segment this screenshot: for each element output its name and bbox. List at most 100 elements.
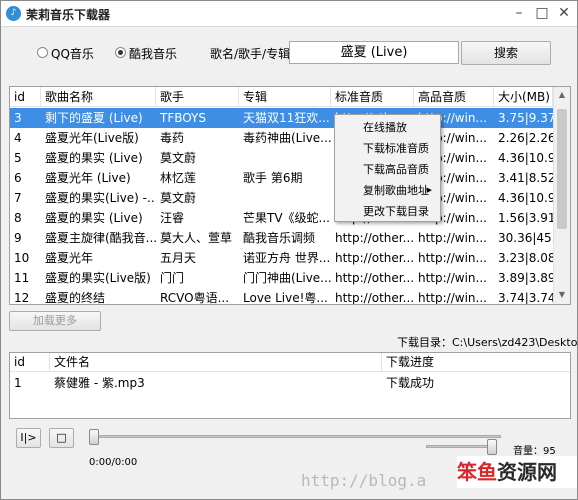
cell-album: 芒果TV《级蛇... <box>243 211 330 225</box>
cell-album: 天猫双11狂欢... <box>243 111 330 125</box>
watermark-logo: 笨鱼资源网 <box>457 456 577 488</box>
table-row[interactable]: 10 盛夏光年 五月天 诺亚方舟 世界... http://other... http:/… <box>10 248 553 268</box>
table-row[interactable]: 4盛夏光年(Live版)毒药毒药神曲(Live...http://other..… <box>10 128 553 148</box>
cell-album: Love Live!粤... <box>243 291 328 305</box>
search-field-label: 歌名/歌手/专辑: <box>210 47 295 61</box>
cell-size: 1.56|3.91 <box>498 211 553 225</box>
radio-kuwo-music[interactable] <box>115 47 126 58</box>
volume-slider-knob[interactable] <box>486 439 497 455</box>
window-title: 茉莉音乐下载器 <box>26 8 111 22</box>
table-row[interactable]: 11 盛夏的果实(Live版) 门门 门门神曲(Live... http://other… <box>10 268 553 288</box>
scrollbar-thumb[interactable] <box>557 109 567 229</box>
scroll-up-icon[interactable]: ▲ <box>554 87 570 103</box>
time-display: 0:00/0:00 <box>89 457 138 468</box>
progress-track[interactable] <box>91 435 501 438</box>
table-row[interactable]: 3剩下的盛夏 (Live)TFBOYS天猫双11狂欢...http://othe… <box>10 108 553 128</box>
watermark-url: http://blog.a <box>301 471 427 490</box>
volume-track[interactable] <box>426 445 496 448</box>
cell-size: 3.23|8.08 <box>498 251 553 265</box>
cell-id: 9 <box>14 231 22 245</box>
song-results-table[interactable]: id 歌曲名称 歌手 专辑 标准音质 高品音质 大小(MB) 3 剩下的盛夏 (L… <box>9 86 571 305</box>
menu-item-copy-url[interactable]: 复制歌曲地址 ▶ <box>335 180 440 201</box>
app-window: ♪ 茉莉音乐下载器 – □ ✕ QQ音乐 酷我音乐 歌名/歌手/专辑: 盛夏 (… <box>0 0 578 500</box>
cell-size: 3.41|8.52 <box>498 171 553 185</box>
cell-high-url: http://win... <box>418 231 487 245</box>
progress-slider-knob[interactable] <box>89 429 99 445</box>
cell-album <box>239 188 331 208</box>
download-cell-progress: 下载成功 <box>386 376 435 390</box>
download-cell-id: 1 <box>14 376 22 390</box>
col-header-size[interactable]: 大小(MB) <box>494 87 553 107</box>
music-note-icon: ♪ <box>6 6 21 21</box>
cell-high-url: http://win... <box>418 251 487 265</box>
cell-song-name: 盛夏的果实 (Live) <box>45 211 143 225</box>
stop-button[interactable]: □ <box>49 428 74 448</box>
cell-singer: TFBOYS <box>160 111 206 125</box>
cell-id: 11 <box>14 271 30 285</box>
cell-song-name: 盛夏光年(Live版) <box>45 131 139 145</box>
cell-size: 3.74|3.74 <box>498 291 553 305</box>
watermark-brand-b: 资源网 <box>497 460 557 484</box>
download-row[interactable]: 1 蔡健雅 - 紫.mp3 下载成功 <box>10 373 553 393</box>
radio-qq-music[interactable] <box>37 47 48 58</box>
cell-song-name: 剩下的盛夏 (Live) <box>45 111 143 125</box>
search-input[interactable]: 盛夏 (Live) <box>289 41 459 64</box>
menu-item-download-high[interactable]: 下载高品音质 <box>335 159 440 180</box>
col-header-song-name[interactable]: 歌曲名称 <box>41 87 156 107</box>
cell-song-name: 盛夏的果实(Live版) <box>45 271 151 285</box>
table-row[interactable]: 8盛夏的果实 (Live)汪睿芒果TV《级蛇...http://other...… <box>10 208 553 228</box>
download-directory: 下载目录：C:\Users\zd423\Desktop\ <box>397 336 578 349</box>
cell-singer: 莫文蔚 <box>160 191 197 205</box>
col-header-singer[interactable]: 歌手 <box>156 87 239 107</box>
download-table[interactable]: id 文件名 下载进度 1 蔡健雅 - 紫.mp3 下载成功 <box>9 352 571 419</box>
load-more-button[interactable]: 加载更多 <box>9 311 101 331</box>
song-table-scrollbar[interactable]: ▲ ▼ <box>553 87 570 304</box>
col-header-high-quality[interactable]: 高品音质 <box>414 87 494 107</box>
menu-item-play-online[interactable]: 在线播放 <box>335 117 440 138</box>
cell-album: 门门神曲(Live... <box>243 271 331 285</box>
cell-song-name: 盛夏光年 <box>45 251 94 265</box>
table-row[interactable]: 12 盛夏的终结 RCVO粤语... Love Live!粤... http://oth… <box>10 288 553 305</box>
scroll-down-icon[interactable]: ▼ <box>554 287 570 303</box>
cell-id: 10 <box>14 251 30 265</box>
minimize-icon[interactable]: – <box>511 5 527 21</box>
cell-song-name: 盛夏的终结 <box>45 291 106 305</box>
cell-album: 歌手 第6期 <box>243 171 303 185</box>
cell-size: 4.36|10.91 <box>498 191 553 205</box>
download-cell-filename: 蔡健雅 - 紫.mp3 <box>54 376 145 390</box>
table-row[interactable]: 6盛夏光年 (Live)林忆莲歌手 第6期http://other...http… <box>10 168 553 188</box>
dl-col-header-progress[interactable]: 下载进度 <box>382 353 570 372</box>
play-button[interactable]: I|> <box>16 428 41 448</box>
col-header-album[interactable]: 专辑 <box>239 87 331 107</box>
cell-singer: 林忆莲 <box>160 171 197 185</box>
radio-qq-music-label[interactable]: QQ音乐 <box>51 45 94 62</box>
col-header-standard-quality[interactable]: 标准音质 <box>331 87 414 107</box>
watermark-brand-a: 笨鱼 <box>457 460 497 484</box>
cell-singer: RCVO粤语... <box>160 291 230 305</box>
cell-size: 30.36|45... <box>498 231 553 245</box>
table-row[interactable]: 5盛夏的果实 (Live)莫文蔚http://other...http://wi… <box>10 148 553 168</box>
dl-col-header-filename[interactable]: 文件名 <box>50 353 382 372</box>
cell-singer: 五月天 <box>160 251 197 265</box>
cell-standard-url: http://other... <box>335 291 414 305</box>
cell-id: 4 <box>14 131 22 145</box>
dl-col-header-id[interactable]: id <box>10 353 50 372</box>
title-bar[interactable]: ♪ 茉莉音乐下载器 – □ ✕ <box>1 1 577 27</box>
table-row[interactable]: 9 盛夏主旋律(酷我音... 莫大人、萱草 酷我音乐调频 http://other...… <box>10 228 553 248</box>
cell-size: 2.26|2.26 <box>498 131 553 145</box>
cell-standard-url: http://other... <box>335 271 414 285</box>
radio-kuwo-music-label[interactable]: 酷我音乐 <box>129 45 177 62</box>
col-header-id[interactable]: id <box>10 87 41 107</box>
cell-album: 毒药神曲(Live... <box>243 131 331 145</box>
cell-standard-url: http://other... <box>335 251 414 265</box>
table-row[interactable]: 7盛夏的果实(Live) -...莫文蔚http://other...http:… <box>10 188 553 208</box>
menu-item-download-standard[interactable]: 下载标准音质 <box>335 138 440 159</box>
maximize-icon[interactable]: □ <box>534 5 550 21</box>
close-icon[interactable]: ✕ <box>556 5 572 21</box>
cell-singer: 莫文蔚 <box>160 151 197 165</box>
cell-standard-url: http://other... <box>335 231 414 245</box>
cell-high-url: http://win... <box>418 271 487 285</box>
search-button[interactable]: 搜索 <box>461 41 551 65</box>
cell-singer: 汪睿 <box>160 211 185 225</box>
menu-item-change-dir[interactable]: 更改下载目录 <box>335 201 440 222</box>
